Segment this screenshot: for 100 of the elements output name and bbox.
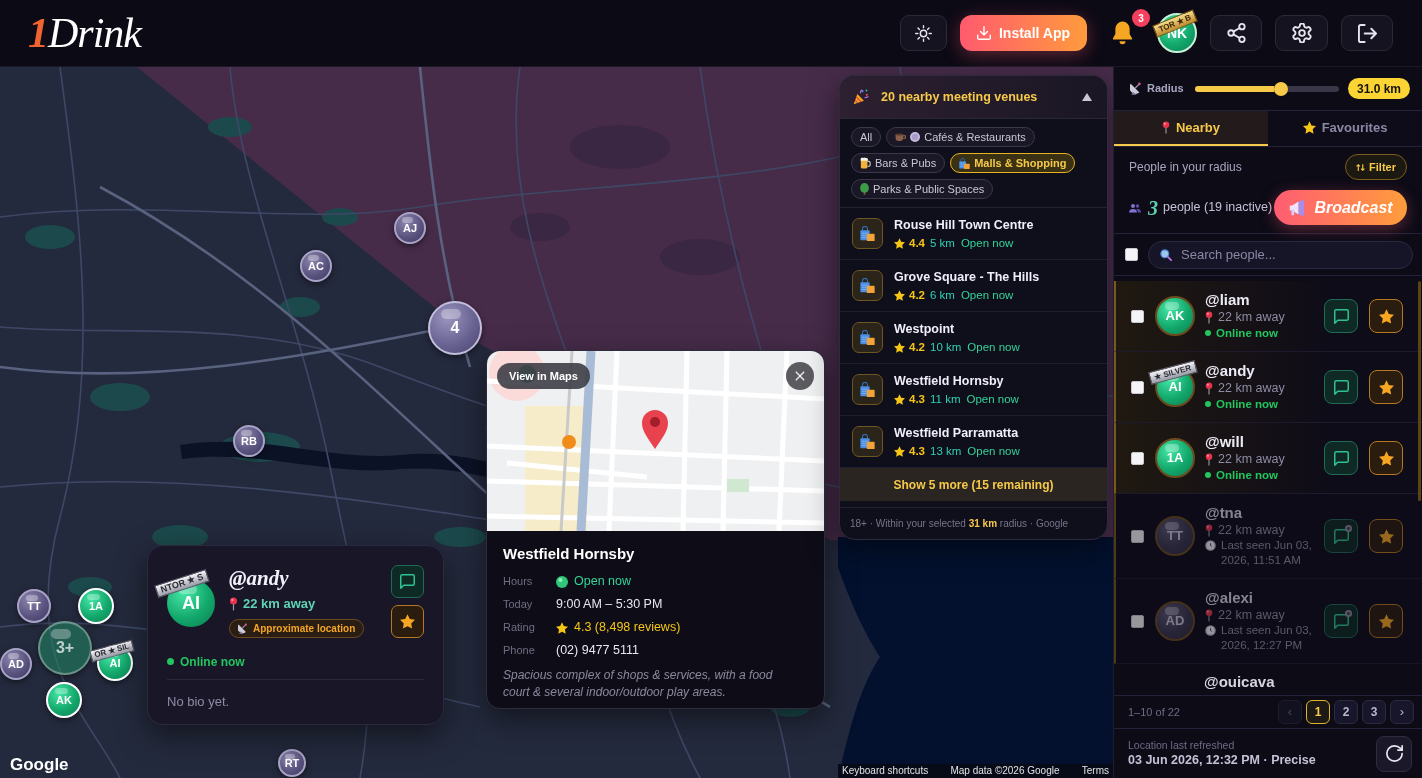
chat-icon (1333, 379, 1349, 395)
person-row[interactable]: @ouicava (1114, 664, 1422, 695)
message-button[interactable] (1324, 370, 1358, 404)
venue-row[interactable]: Rouse Hill Town Centre 4.4 5 km Open now (840, 208, 1107, 260)
venue-distance: 5 km (930, 236, 955, 250)
shopping-bags-icon (959, 157, 971, 169)
venue-status: Open now (967, 340, 1020, 354)
message-button[interactable] (1324, 604, 1358, 638)
person-row[interactable]: TT @tna 22 km away Last seen Jun 03, 2026, 11:51 AM (1114, 494, 1422, 579)
chat-icon (1333, 450, 1349, 466)
shopping-bags-icon (852, 374, 883, 405)
favourite-button[interactable] (1369, 519, 1403, 553)
username: @liam (1205, 291, 1251, 309)
star-icon (894, 341, 905, 353)
clock-icon (1205, 540, 1216, 551)
chat-icon (1333, 613, 1349, 629)
distance-text: 22 km away (1218, 522, 1285, 538)
page-button[interactable]: 3 (1362, 700, 1386, 724)
next-page-button[interactable]: › (1390, 700, 1414, 724)
refresh-time: 03 Jun 2026, 12:32 PM · Precise (1128, 751, 1316, 769)
venue-status: Open now (966, 392, 1019, 406)
slider-thumb[interactable] (1274, 81, 1289, 96)
favourite-button[interactable] (1369, 441, 1403, 475)
star-icon (556, 621, 568, 634)
attribution-link[interactable]: Map data ©2026 Google (950, 765, 1060, 777)
view-in-maps-button[interactable]: View in Maps (497, 363, 590, 389)
message-button[interactable] (1324, 519, 1358, 553)
detail-value: 4.3 (8,498 reviews) (574, 619, 681, 637)
filter-chip[interactable]: Malls & Shopping (950, 153, 1076, 173)
star-icon (894, 445, 905, 457)
person-row[interactable]: AD @alexi 22 km away Last seen Jun 03, 2026, 12:27 PM (1114, 579, 1422, 664)
star-icon (1378, 528, 1394, 544)
theme-toggle-button[interactable] (900, 15, 947, 51)
filter-chip[interactable]: All (851, 127, 882, 147)
checkbox[interactable] (1131, 309, 1144, 323)
people-count: 3 (1148, 197, 1158, 218)
person-row[interactable]: AK @liam 22 km away Online now (1114, 281, 1422, 352)
refresh-button[interactable] (1376, 735, 1412, 772)
status-text: Online now (1216, 468, 1278, 483)
distance-text: 22 km away (1218, 380, 1285, 396)
favourite-button[interactable] (1369, 370, 1403, 404)
settings-button[interactable] (1275, 15, 1328, 51)
scrollbar[interactable] (1418, 281, 1421, 501)
message-button[interactable] (1324, 299, 1358, 333)
favourite-button[interactable] (1369, 299, 1403, 333)
venue-status: Open now (960, 236, 1014, 250)
venue-name: Rouse Hill Town Centre (894, 217, 1034, 233)
checkbox[interactable] (1131, 614, 1144, 628)
person-row[interactable]: 1A @will 22 km away Online now (1114, 423, 1422, 494)
tab[interactable]: Nearby (1114, 111, 1268, 146)
map-marker[interactable]: 3+ (38, 621, 92, 675)
notification-badge: 3 (1132, 9, 1150, 27)
search-icon (1160, 248, 1172, 261)
star-icon (1378, 450, 1394, 466)
checkbox[interactable] (1131, 451, 1144, 465)
status-text: Online now (1216, 397, 1278, 412)
show-more-button[interactable]: Show 5 more (15 remaining) (840, 468, 1107, 501)
page-button[interactable]: 1 (1306, 700, 1330, 724)
venue-row[interactable]: Westpoint 4.2 10 km Open now (840, 312, 1107, 364)
attribution-link[interactable]: Terms (1081, 765, 1109, 777)
distance-text: 22 km away (1218, 607, 1285, 623)
message-button[interactable] (391, 565, 424, 598)
app-logo[interactable]: 1Drink (28, 12, 141, 54)
chat-icon (1333, 308, 1349, 324)
message-button[interactable] (1324, 441, 1358, 475)
sun-icon (915, 24, 932, 42)
distance-text: 22 km away (1218, 451, 1285, 467)
pin-icon (1161, 121, 1170, 134)
filter-chip[interactable]: Bars & Pubs (851, 153, 946, 173)
search-field[interactable]: Search people... (1148, 240, 1413, 269)
favourite-button[interactable] (1369, 604, 1403, 638)
distance-text: 22 km away (1218, 309, 1285, 325)
venue-distance: 6 km (930, 288, 955, 302)
checkbox[interactable] (1131, 529, 1144, 543)
share-button[interactable] (1210, 15, 1262, 51)
logout-button[interactable] (1341, 15, 1393, 51)
filter-button[interactable]: Filter (1345, 154, 1407, 180)
venue-row[interactable]: Grove Square - The Hills 4.2 6 km Open now (840, 260, 1107, 312)
venue-rating: 4.3 (909, 444, 925, 458)
badge-dot-icon (1345, 525, 1352, 532)
page-button[interactable]: 2 (1334, 700, 1358, 724)
select-all-checkbox[interactable] (1125, 248, 1138, 261)
shopping-bags-icon (852, 270, 883, 301)
download-icon (976, 26, 991, 40)
filter-chip[interactable]: Parks & Public Spaces (851, 179, 994, 199)
favourite-button[interactable] (391, 605, 424, 638)
checkbox[interactable] (1131, 380, 1144, 394)
plate-icon (910, 132, 921, 142)
venue-row[interactable]: Westfield Hornsby 4.3 11 km Open now (840, 364, 1107, 416)
radius-label: Radius (1147, 81, 1184, 97)
venues-footnote: 18+ · Within your selected 31 km radius · Google (840, 507, 1107, 539)
attribution-link[interactable]: Keyboard shortcuts (842, 765, 929, 777)
venue-distance: 13 km (930, 444, 962, 458)
notifications-button[interactable] (1110, 20, 1134, 46)
pin-icon (1205, 381, 1213, 395)
venue-rating: 4.4 (909, 236, 925, 250)
star-icon (894, 237, 905, 249)
filter-chip[interactable]: Cafés & Restaurants (886, 127, 1035, 147)
status-text: Online now (180, 653, 245, 671)
settings-icon (1291, 23, 1312, 43)
